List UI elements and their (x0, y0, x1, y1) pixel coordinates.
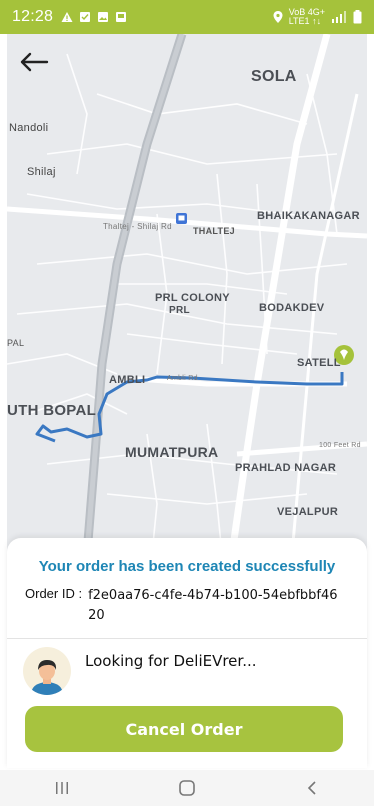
driver-status-text: Looking for DeliEVrer... (85, 652, 257, 670)
signal-icon (332, 11, 346, 23)
order-id-label: Order ID : (25, 586, 83, 601)
location-icon (273, 11, 283, 23)
status-bar-right: VoB 4G+ LTE1 ↑↓ (273, 8, 362, 26)
status-time: 12:28 (12, 8, 54, 25)
map-label-mumatpura: MUMATPURA (125, 444, 219, 460)
status-bar: 12:28 VoB 4G+ LTE1 ↑↓ (0, 0, 374, 34)
map-label-prl: PRL (169, 305, 190, 316)
nav-recents-button[interactable] (32, 773, 92, 803)
nav-back-button[interactable] (282, 773, 342, 803)
map-label-vejalpur: VEJALPUR (277, 506, 339, 518)
image-icon (116, 12, 127, 22)
notification-icons (61, 11, 127, 23)
network-indicator: VoB 4G+ LTE1 ↑↓ (289, 8, 325, 26)
recents-icon (56, 782, 69, 794)
order-success-title: Your order has been created successfully (38, 558, 336, 575)
status-bar-left: 12:28 (12, 8, 127, 26)
message-icon (80, 12, 91, 22)
map-label-prahlad-nagar: PRAHLAD NAGAR (235, 462, 337, 474)
person-avatar-icon (31, 660, 63, 695)
map-label-road-thaltej: Thaltej - Shilaj Rd (103, 222, 172, 231)
gallery-icon (98, 12, 109, 22)
map-label-shilaj: Shilaj (27, 166, 56, 178)
map-label-pal: PAL (7, 338, 25, 348)
map-label-road-ambli: Ambli Rd (167, 375, 198, 382)
map-label-nandoli: Nandoli (9, 122, 49, 134)
divider (7, 638, 367, 639)
back-chevron-icon (307, 781, 316, 795)
cancel-order-button[interactable]: Cancel Order (25, 706, 343, 752)
map-label-sola: SOLA (251, 68, 297, 85)
warning-icon (61, 12, 73, 22)
system-nav-bar (0, 770, 374, 806)
order-id-row: Order ID : f2e0aa76-c4fe-4b74-b100-54ebf… (25, 586, 355, 626)
network-bottom: LTE1 ↑↓ (288, 16, 322, 26)
map-label-satell: SATELL (297, 357, 341, 369)
driver-status-row: Looking for DeliEVrer... (23, 646, 257, 696)
map-label-bhaikakanagar: BHAIKAKANAGAR (257, 210, 360, 222)
avatar (23, 647, 71, 695)
order-id-value: f2e0aa76-c4fe-4b74-b100-54ebfbbf4620 (88, 588, 338, 623)
home-icon (179, 780, 195, 796)
arrow-left-icon (20, 52, 49, 72)
map-label-ambli: AMBLI (109, 374, 146, 386)
map-label-road-100ft: 100 Feet Rd (319, 442, 361, 449)
map-label-bodakdev: BODAKDEV (259, 302, 325, 314)
nav-home-button[interactable] (157, 773, 217, 803)
battery-icon (353, 10, 362, 24)
map-label-thaltej: THALTEJ (193, 226, 235, 236)
map-view[interactable]: SOLA Nandoli Shilaj Thaltej - Shilaj Rd … (7, 34, 367, 554)
map-label-prl-colony: PRL COLONY (155, 292, 230, 304)
order-bottom-sheet: Your order has been created successfully… (7, 538, 367, 768)
map-label-south-bopal: UTH BOPAL (7, 402, 97, 419)
back-button[interactable] (19, 52, 59, 86)
